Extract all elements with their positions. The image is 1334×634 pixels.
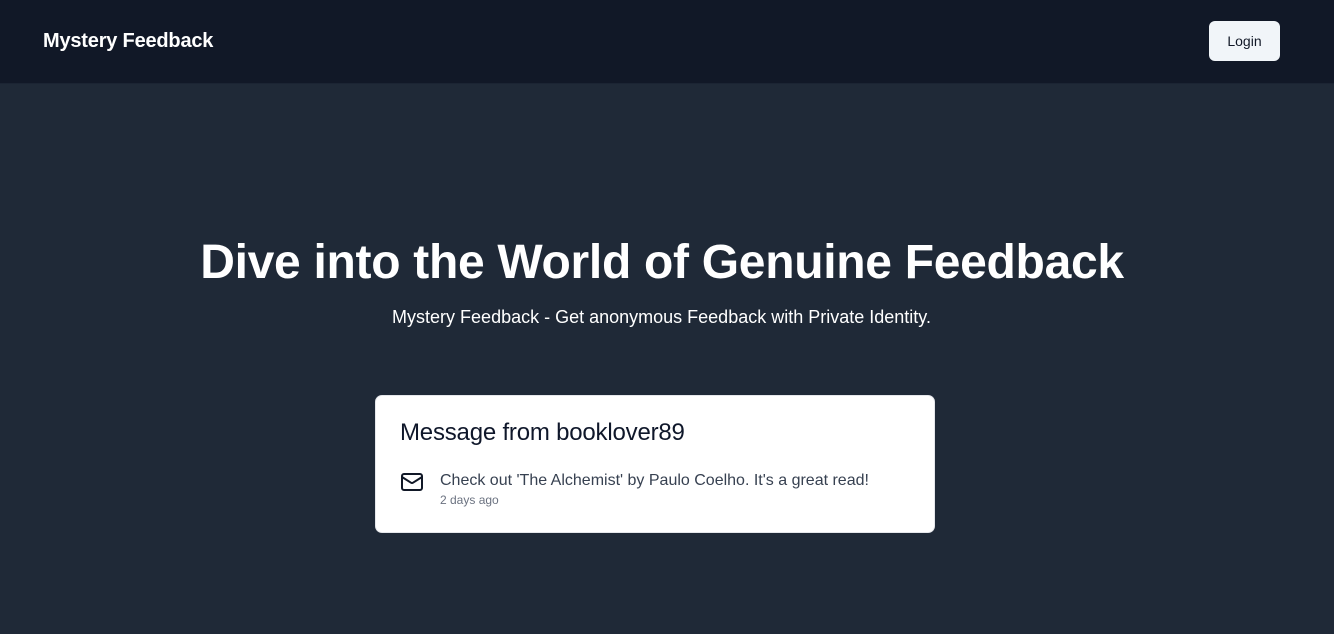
mail-icon <box>400 470 424 494</box>
brand-logo-text[interactable]: Mystery Feedback <box>43 28 213 54</box>
hero-subtitle: Mystery Feedback - Get anonymous Feedbac… <box>392 307 931 327</box>
message-content: Check out 'The Alchemist' by Paulo Coelh… <box>440 472 869 489</box>
navbar: Mystery Feedback Login <box>0 0 1334 84</box>
message-card: Message from booklover89 Check out 'The … <box>375 395 935 533</box>
login-button[interactable]: Login <box>1209 21 1280 61</box>
hero-title: Dive into the World of Genuine Feedback <box>200 236 1124 289</box>
message-timestamp: 2 days ago <box>440 493 499 507</box>
message-card-title: Message from booklover89 <box>400 419 685 446</box>
